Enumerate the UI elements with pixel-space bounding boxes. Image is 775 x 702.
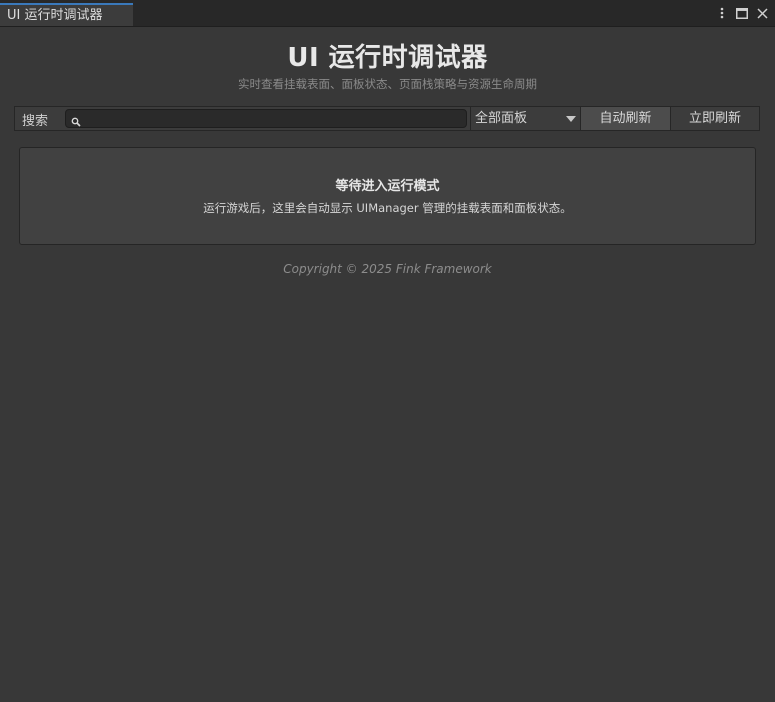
toolbar: 搜索 全部面板 自动刷新 立即刷新 — [14, 106, 760, 131]
more-icon[interactable] — [715, 5, 729, 21]
auto-refresh-toggle[interactable]: 自动刷新 — [580, 107, 670, 130]
waiting-info-panel: 等待进入运行模式 运行游戏后，这里会自动显示 UIManager 管理的挂载表面… — [19, 147, 756, 245]
page-subtitle: 实时查看挂载表面、面板状态、页面栈策略与资源生命周期 — [238, 77, 537, 91]
search-input[interactable] — [65, 109, 467, 128]
chevron-down-icon — [566, 116, 576, 122]
debugger-window: UI 运行时调试器 UI 运行时调试器 实时查看挂载表面、面板状态、页面栈策略与… — [0, 0, 775, 702]
panel-filter-value: 全部面板 — [475, 111, 528, 126]
info-description: 运行游戏后，这里会自动显示 UIManager 管理的挂载表面和面板状态。 — [203, 201, 572, 215]
maximize-icon[interactable] — [735, 5, 749, 21]
search-icon — [71, 113, 82, 127]
info-title: 等待进入运行模式 — [335, 179, 440, 194]
page-title: UI 运行时调试器 — [287, 43, 488, 73]
panel-filter-dropdown[interactable]: 全部面板 — [470, 107, 580, 130]
tab-ui-runtime-debugger[interactable]: UI 运行时调试器 — [0, 3, 133, 26]
copyright-text: Copyright © 2025 Fink Framework — [283, 262, 492, 276]
refresh-now-button[interactable]: 立即刷新 — [670, 107, 759, 130]
close-icon[interactable] — [755, 5, 769, 21]
tab-bar: UI 运行时调试器 — [0, 0, 775, 27]
search-label: 搜索 — [22, 114, 49, 129]
window-controls — [715, 5, 769, 21]
